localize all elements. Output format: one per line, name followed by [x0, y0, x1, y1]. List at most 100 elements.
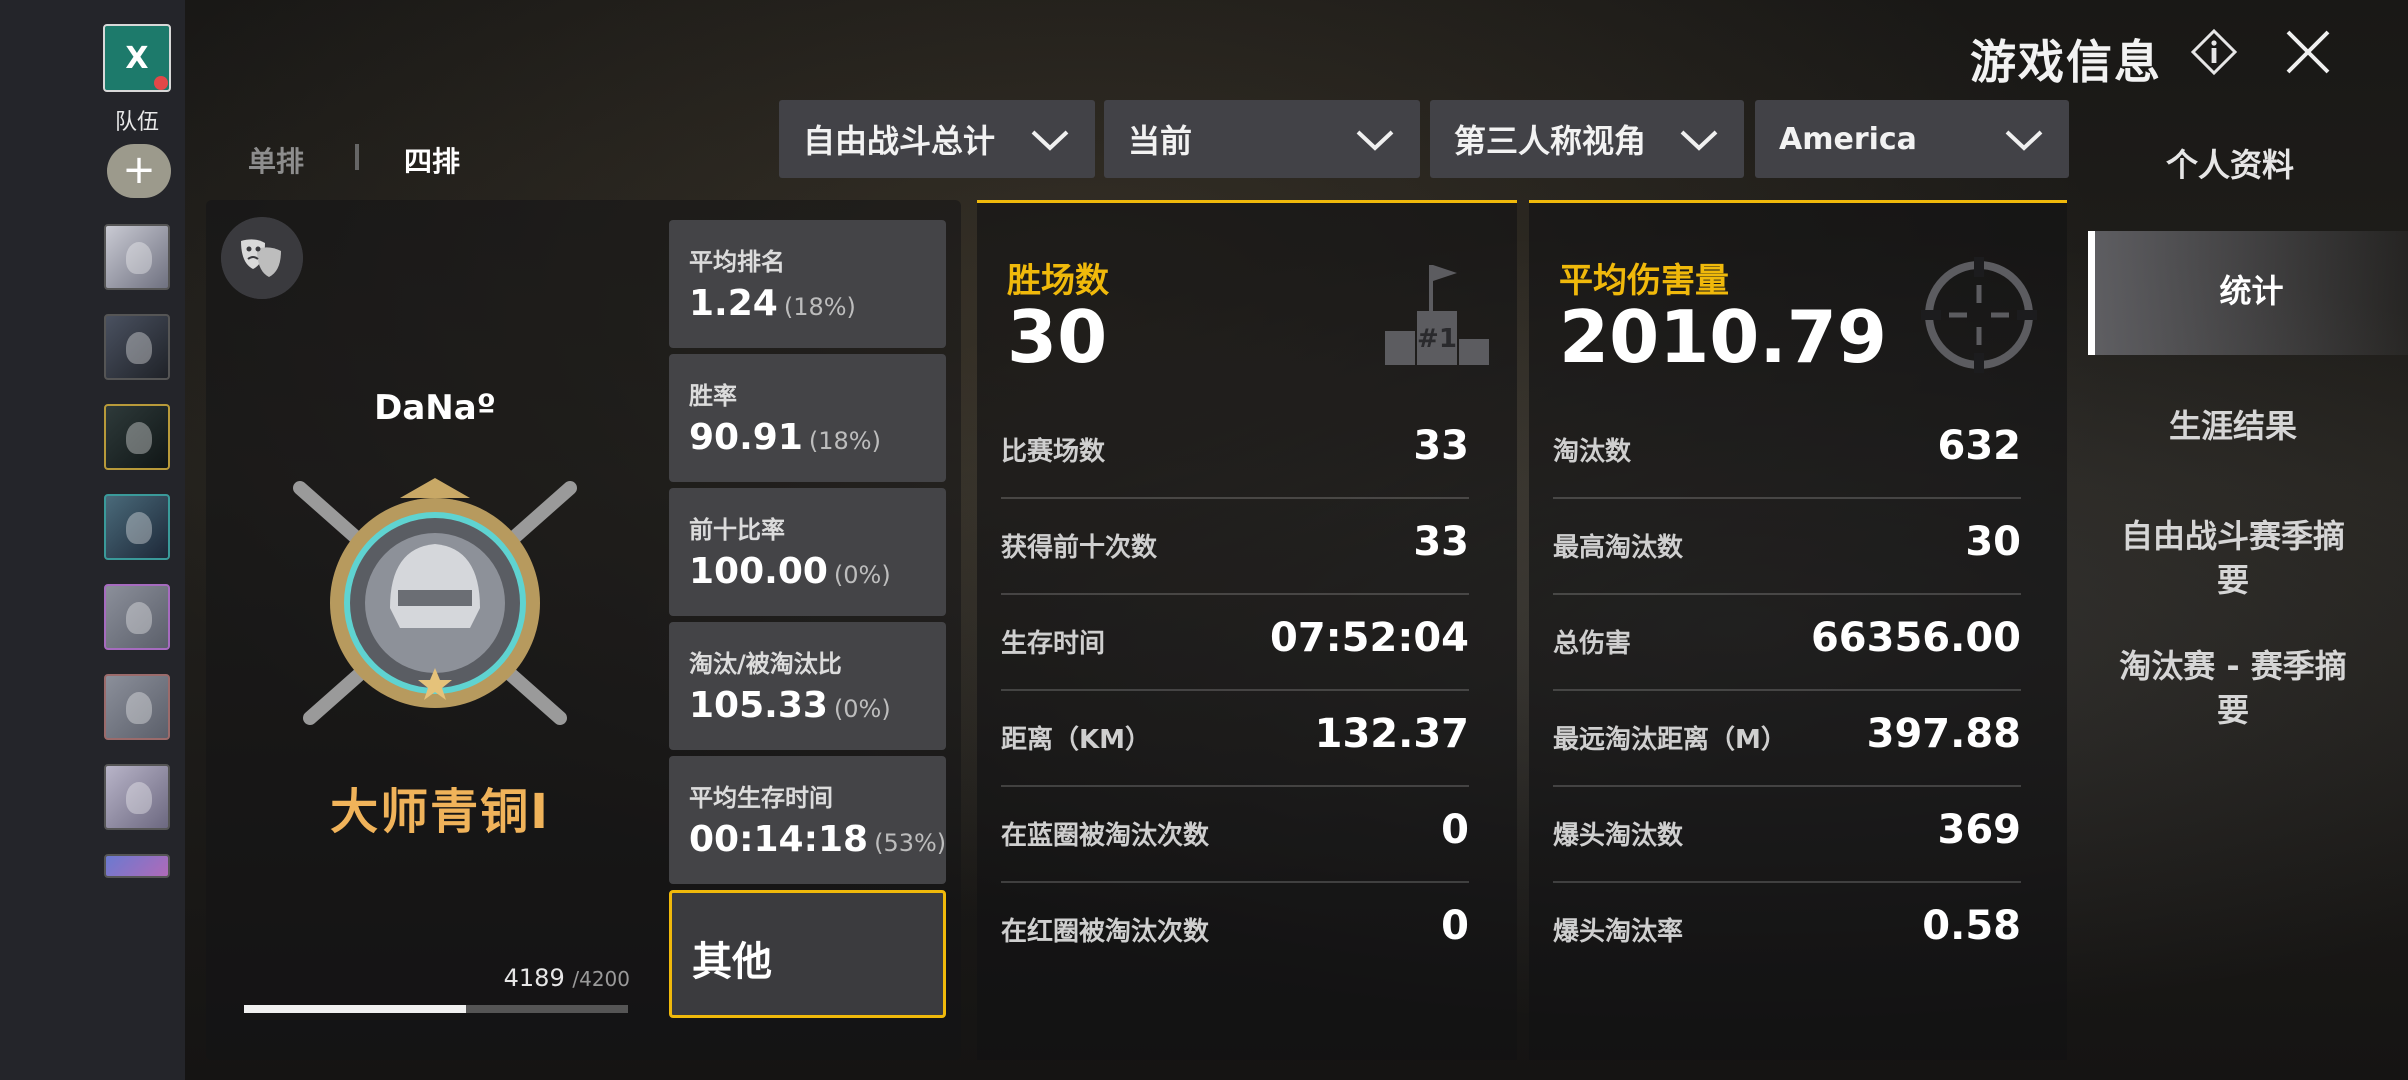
summary-percent: (18%) — [783, 293, 856, 321]
summary-value: 105.33 (0%) — [689, 685, 946, 726]
rank-points-max: /4200 — [572, 967, 630, 991]
friend-avatar[interactable] — [104, 224, 170, 290]
summary-kd-ratio[interactable]: 淘汰/被淘汰比 105.33 (0%) — [669, 622, 946, 750]
stat-row: 爆头淘汰率 0.58 — [1553, 883, 2021, 979]
summary-number: 100.00 — [689, 551, 828, 592]
chevron-down-icon — [2005, 130, 2043, 151]
summary-number: 1.24 — [689, 283, 778, 324]
season-dropdown[interactable]: 当前 — [1104, 100, 1420, 178]
summary-percent: (53%) — [874, 829, 947, 857]
nav-knockout-summary[interactable]: 淘汰赛 - 赛季摘 要 — [2088, 644, 2378, 732]
stat-value: 0 — [1441, 807, 1469, 853]
rank-points: 4189 /4200 — [450, 964, 630, 992]
summary-label: 淘汰/被淘汰比 — [689, 650, 842, 678]
stat-row: 最远淘汰距离（M） 397.88 — [1553, 691, 2021, 787]
tab-divider — [355, 144, 359, 170]
friend-avatar[interactable] — [104, 764, 170, 830]
nav-knockout-line2: 要 — [2216, 691, 2249, 729]
stat-label: 爆头淘汰数 — [1553, 821, 1684, 851]
wins-value: 30 — [1007, 295, 1108, 379]
info-icon[interactable] — [2190, 28, 2238, 76]
season-dropdown-value: 当前 — [1128, 122, 1193, 160]
stat-label: 生存时间 — [1001, 629, 1106, 659]
chevron-down-icon — [1031, 130, 1069, 151]
friend-avatar[interactable] — [104, 314, 170, 380]
summary-value: 100.00 (0%) — [689, 551, 946, 592]
notification-dot — [154, 76, 168, 90]
wins-panel: 胜场数 30 #1 比赛场数 33 获得前十次数 33 生存时间 07:52:04 距… — [977, 200, 1517, 1060]
stat-row: 距离（KM） 132.37 — [1001, 691, 1469, 787]
stat-row: 在红圈被淘汰次数 0 — [1001, 883, 1469, 979]
summary-number: 90.91 — [689, 417, 803, 458]
nav-free-fight-line1: 自由战斗赛季摘 — [2120, 517, 2345, 555]
team-avatar-letter: X — [125, 40, 149, 76]
stat-row: 淘汰数 632 — [1553, 403, 2021, 499]
stat-label: 爆头淘汰率 — [1553, 917, 1684, 947]
friend-avatar[interactable] — [104, 854, 170, 878]
nav-profile[interactable]: 个人资料 — [2120, 140, 2340, 186]
summary-avg-survival[interactable]: 平均生存时间 00:14:18 (53%) — [669, 756, 946, 884]
rank-points-current: 4189 — [503, 964, 565, 992]
mode-dropdown[interactable]: 自由战斗总计 — [779, 100, 1095, 178]
stat-label: 总伤害 — [1553, 629, 1632, 659]
friend-avatar[interactable] — [104, 674, 170, 740]
rank-progress-bar — [244, 1005, 628, 1013]
summary-avg-rank[interactable]: 平均排名 1.24 (18%) — [669, 220, 946, 348]
stat-value: 0.58 — [1922, 903, 2021, 949]
stat-row: 比赛场数 33 — [1001, 403, 1469, 499]
stat-label: 获得前十次数 — [1001, 533, 1158, 563]
stat-label: 在蓝圈被淘汰次数 — [1001, 821, 1210, 851]
stat-value: 397.88 — [1866, 711, 2021, 757]
theater-mask-icon[interactable] — [221, 217, 303, 299]
stat-value: 66356.00 — [1810, 615, 2021, 661]
summary-percent: (0%) — [833, 695, 891, 723]
mode-dropdown-value: 自由战斗总计 — [803, 122, 996, 160]
team-label: 队伍 — [114, 110, 159, 135]
summary-label: 前十比率 — [689, 516, 785, 544]
friend-avatar[interactable] — [104, 404, 170, 470]
summary-label: 平均生存时间 — [689, 784, 833, 812]
summary-top10-rate[interactable]: 前十比率 100.00 (0%) — [669, 488, 946, 616]
friend-avatar[interactable] — [104, 494, 170, 560]
stat-label: 最高淘汰数 — [1553, 533, 1684, 563]
stat-value: 369 — [1937, 807, 2022, 853]
rank-name: 大师青铜I — [330, 784, 550, 840]
avg-damage-value: 2010.79 — [1559, 295, 1887, 379]
stat-row: 生存时间 07:52:04 — [1001, 595, 1469, 691]
add-friend-button[interactable]: + — [107, 144, 171, 198]
region-dropdown[interactable]: America — [1755, 100, 2069, 178]
stat-row: 获得前十次数 33 — [1001, 499, 1469, 595]
summary-number: 105.33 — [689, 685, 828, 726]
stat-value: 30 — [1965, 519, 2021, 565]
stat-label: 最远淘汰距离（M） — [1553, 725, 1787, 755]
game-info-screen: { "header": { "title": "游戏信息", "info_ico… — [0, 0, 2408, 1080]
summary-number: 00:14:18 — [689, 819, 869, 860]
stat-value: 33 — [1413, 423, 1469, 469]
chevron-down-icon — [1356, 130, 1394, 151]
stat-row: 最高淘汰数 30 — [1553, 499, 2021, 595]
stat-label: 在红圈被淘汰次数 — [1001, 917, 1210, 947]
rank-emblem-icon — [293, 478, 577, 725]
summary-percent: (18%) — [808, 427, 881, 455]
summary-label: 胜率 — [689, 382, 737, 410]
stat-value: 632 — [1937, 423, 2022, 469]
podium-text: #1 — [1417, 324, 1457, 354]
summary-other-button[interactable]: 其他 — [669, 890, 946, 1018]
perspective-dropdown[interactable]: 第三人称视角 — [1430, 100, 1744, 178]
rank-progress-fill — [244, 1005, 467, 1013]
friend-avatar[interactable] — [104, 584, 170, 650]
summary-win-rate[interactable]: 胜率 90.91 (18%) — [669, 354, 946, 482]
summary-value: 00:14:18 (53%) — [689, 819, 946, 860]
summary-label: 平均排名 — [689, 248, 785, 276]
summary-percent: (0%) — [833, 561, 891, 589]
chevron-down-icon — [1680, 130, 1718, 151]
tab-solo[interactable]: 单排 — [248, 140, 304, 180]
stat-row: 总伤害 66356.00 — [1553, 595, 2021, 691]
nav-stats[interactable]: 统计 — [2088, 231, 2408, 355]
tab-squad[interactable]: 四排 — [404, 140, 460, 180]
stat-value: 33 — [1413, 519, 1469, 565]
close-icon[interactable] — [2282, 26, 2334, 78]
team-sidebar: X 队伍 + — [0, 0, 185, 1080]
nav-career[interactable]: 生涯结果 — [2088, 404, 2378, 448]
nav-free-fight-summary[interactable]: 自由战斗赛季摘 要 — [2088, 514, 2378, 602]
